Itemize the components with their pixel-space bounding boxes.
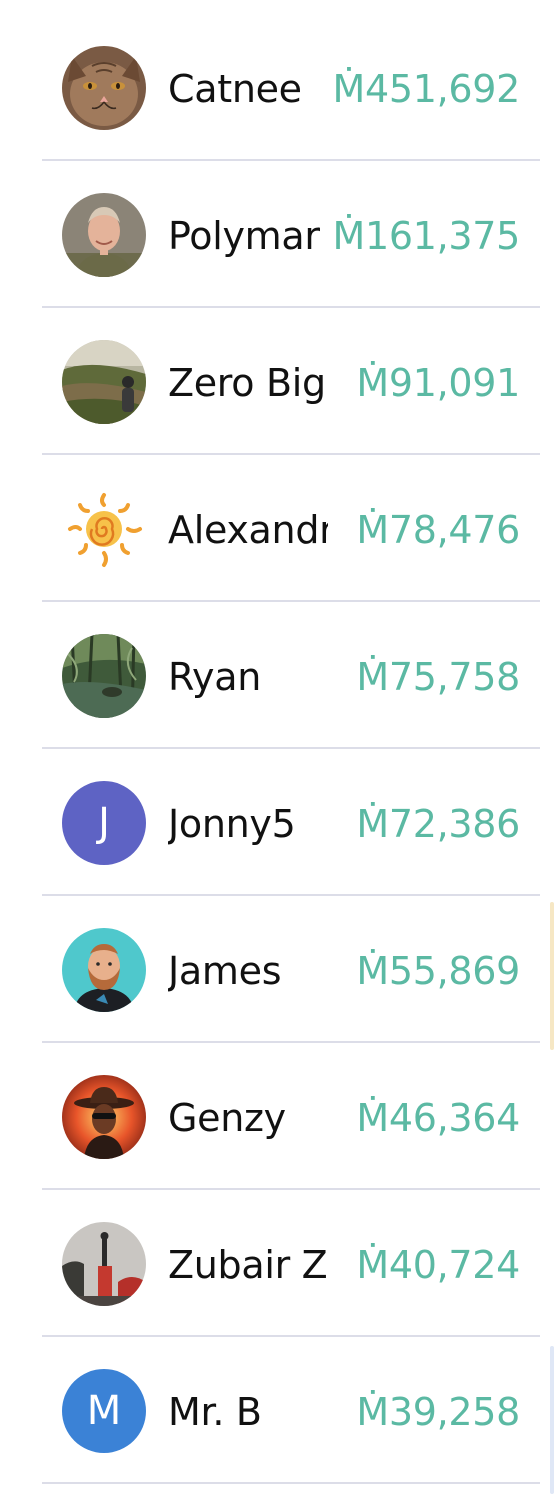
- user-amount: Ṁ78,476: [350, 507, 520, 553]
- leaderboard-row[interactable]: James Ṁ55,869: [42, 896, 540, 1043]
- landscape-photo-avatar[interactable]: [62, 340, 146, 424]
- user-name[interactable]: Polymar: [168, 213, 328, 259]
- leaderboard-row[interactable]: Zubair Z Ṁ40,724: [42, 1190, 540, 1337]
- user-amount: Ṁ451,692: [326, 66, 520, 112]
- user-name[interactable]: Alexandr: [168, 507, 328, 553]
- avatar-initial: M: [86, 1388, 122, 1434]
- sun-avatar[interactable]: [62, 487, 146, 571]
- user-name[interactable]: Ryan: [168, 654, 328, 700]
- man-portrait-avatar[interactable]: [62, 193, 146, 277]
- user-name[interactable]: Zubair Z: [168, 1242, 328, 1288]
- user-name[interactable]: Zero Big: [168, 360, 328, 406]
- avatar-initial: J: [98, 800, 110, 846]
- bearded-man-avatar[interactable]: [62, 928, 146, 1012]
- statue-photo-avatar[interactable]: [62, 1222, 146, 1306]
- adjacent-card-edge: [550, 1346, 554, 1494]
- user-name[interactable]: Genzy: [168, 1095, 328, 1141]
- leaderboard-row[interactable]: Ryan Ṁ75,758: [42, 602, 540, 749]
- user-amount: Ṁ40,724: [350, 1242, 520, 1288]
- user-amount: Ṁ91,091: [350, 360, 520, 406]
- adjacent-card-edge: [550, 902, 554, 1050]
- forest-photo-avatar[interactable]: [62, 634, 146, 718]
- user-amount: Ṁ55,869: [350, 948, 520, 994]
- user-amount: Ṁ161,375: [326, 213, 520, 259]
- user-name[interactable]: James: [168, 948, 328, 994]
- user-amount: Ṁ46,364: [350, 1095, 520, 1141]
- initial-avatar[interactable]: M: [62, 1369, 146, 1453]
- leaderboard-row[interactable]: M Mr. B Ṁ39,258: [42, 1337, 540, 1484]
- user-name[interactable]: Mr. B: [168, 1389, 328, 1435]
- user-amount: Ṁ39,258: [350, 1389, 520, 1435]
- leaderboard-row[interactable]: Catnee Ṁ451,692: [42, 14, 540, 161]
- cowboy-avatar[interactable]: [62, 1075, 146, 1159]
- initial-avatar[interactable]: J: [62, 781, 146, 865]
- cat-avatar[interactable]: [62, 46, 146, 130]
- leaderboard-row[interactable]: Polymar Ṁ161,375: [42, 161, 540, 308]
- leaderboard-row[interactable]: Alexandr Ṁ78,476: [42, 455, 540, 602]
- user-amount: Ṁ72,386: [350, 801, 520, 847]
- leaderboard-row[interactable]: J Jonny5 Ṁ72,386: [42, 749, 540, 896]
- user-name[interactable]: Catnee: [168, 66, 328, 112]
- user-amount: Ṁ75,758: [350, 654, 520, 700]
- user-name[interactable]: Jonny5: [168, 801, 328, 847]
- leaderboard-row[interactable]: Genzy Ṁ46,364: [42, 1043, 540, 1190]
- leaderboard-row[interactable]: Zero Big Ṁ91,091: [42, 308, 540, 455]
- leaderboard-list: Catnee Ṁ451,692 Polymar Ṁ161,375 Zero Bi…: [42, 14, 540, 1484]
